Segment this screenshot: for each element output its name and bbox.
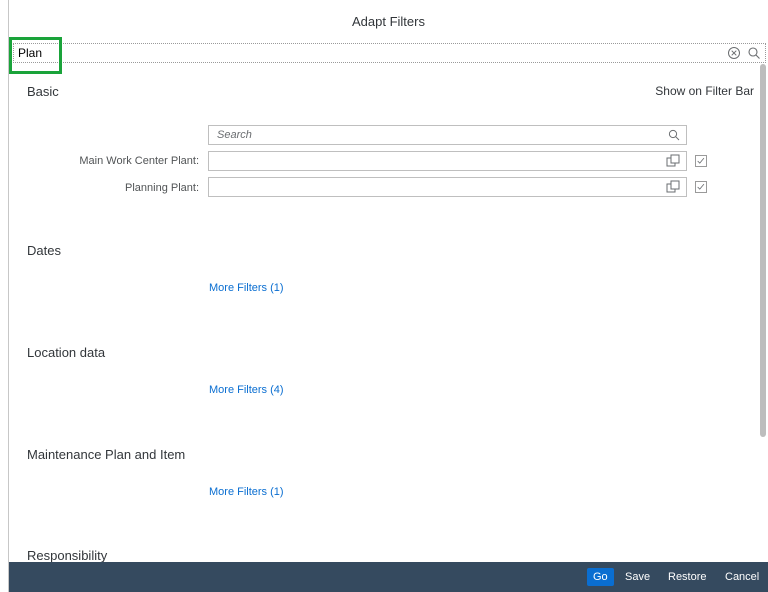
show-on-bar-checkbox-planning-plant[interactable] bbox=[695, 181, 707, 193]
more-filters-location-link[interactable]: More Filters (4) bbox=[209, 384, 284, 396]
main-work-center-plant-input[interactable] bbox=[208, 151, 687, 171]
restore-button[interactable]: Restore bbox=[662, 568, 713, 586]
adapt-filters-dialog: Adapt Filters Basic Show on Filter Bar S… bbox=[8, 0, 768, 592]
background-edge bbox=[0, 0, 8, 592]
field-label-main-work-center-plant: Main Work Center Plant: bbox=[79, 155, 199, 167]
more-filters-maintenance-link[interactable]: More Filters (1) bbox=[209, 486, 284, 498]
annotation-highlight bbox=[9, 37, 62, 74]
search-icon[interactable] bbox=[668, 129, 680, 141]
clear-icon[interactable] bbox=[727, 46, 741, 60]
basic-filter-search[interactable]: Search bbox=[208, 125, 687, 145]
cancel-button[interactable]: Cancel bbox=[719, 568, 765, 586]
group-title-responsibility: Responsibility bbox=[27, 548, 108, 562]
checkbox-checked-icon bbox=[697, 157, 705, 164]
value-help-icon[interactable] bbox=[666, 180, 680, 194]
field-label-planning-plant: Planning Plant: bbox=[125, 182, 199, 194]
group-title-location-data: Location data bbox=[27, 345, 106, 360]
group-title-basic: Basic bbox=[27, 84, 59, 99]
scrollbar[interactable] bbox=[760, 64, 766, 437]
save-button[interactable]: Save bbox=[619, 568, 656, 586]
value-help-icon[interactable] bbox=[666, 154, 680, 168]
dialog-title: Adapt Filters bbox=[352, 13, 425, 29]
show-on-bar-checkbox-main-work-center-plant[interactable] bbox=[695, 155, 707, 167]
search-icon[interactable] bbox=[747, 46, 761, 60]
filter-list: Basic Show on Filter Bar Search Main Wor… bbox=[9, 64, 754, 562]
dialog-header: Adapt Filters bbox=[9, 0, 768, 42]
group-title-dates: Dates bbox=[27, 243, 61, 258]
checkbox-checked-icon bbox=[697, 183, 705, 190]
basic-filter-search-placeholder: Search bbox=[217, 129, 252, 141]
planning-plant-input[interactable] bbox=[208, 177, 687, 197]
dialog-footer: Go Save Restore Cancel bbox=[9, 562, 768, 592]
filter-search-bar[interactable] bbox=[13, 43, 766, 63]
go-button[interactable]: Go bbox=[587, 568, 614, 586]
search-input[interactable] bbox=[18, 44, 698, 62]
show-on-filter-bar-label: Show on Filter Bar bbox=[655, 84, 754, 98]
group-title-maintenance-plan: Maintenance Plan and Item bbox=[27, 447, 186, 462]
more-filters-dates-link[interactable]: More Filters (1) bbox=[209, 282, 284, 294]
